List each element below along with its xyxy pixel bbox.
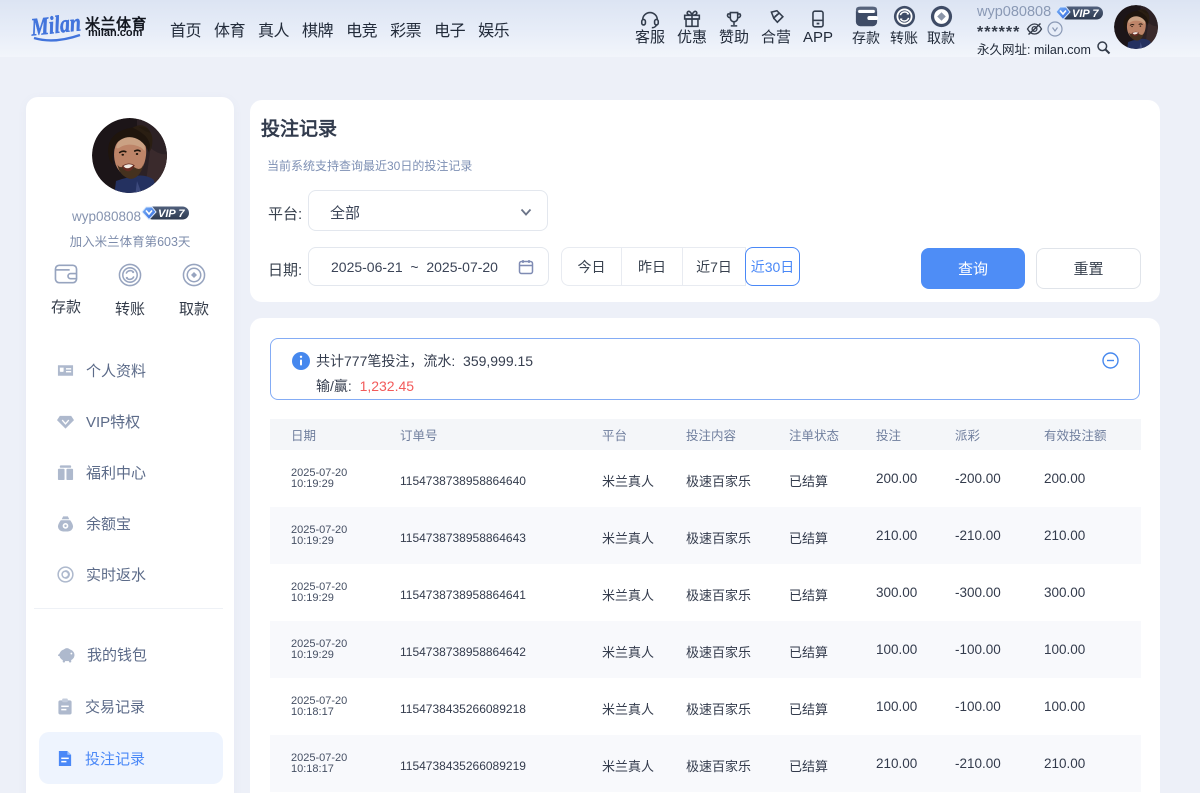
svg-text:VIP 7: VIP 7	[1072, 8, 1099, 20]
svg-text:VIP 7: VIP 7	[158, 208, 185, 220]
